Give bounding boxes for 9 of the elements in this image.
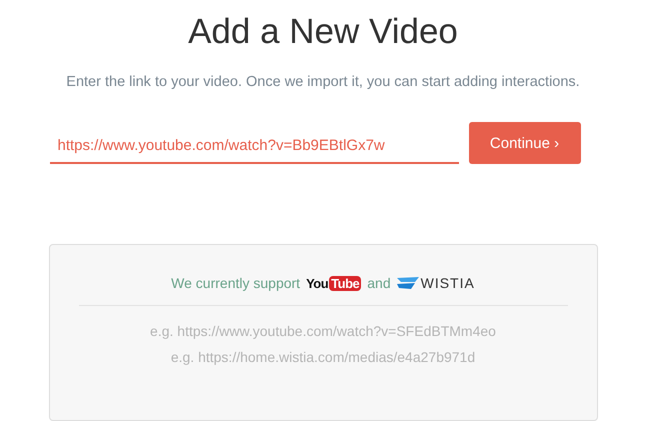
youtube-logo: You Tube [306,276,362,290]
joiner-text: and [367,275,391,291]
example-url: e.g. https://www.youtube.com/watch?v=SFEdBTMm4eo [150,322,496,341]
page-title: Add a New Video [188,12,458,52]
support-text: We currently support [171,275,300,291]
page-subtitle: Enter the link to your video. Once we import it, you can start adding interactions. [66,74,580,90]
wistia-logo: WISTIA [396,275,475,291]
example-url: e.g. https://home.wistia.com/medias/e4a27b971d [170,348,476,367]
continue-button[interactable]: Continue › [468,122,580,164]
